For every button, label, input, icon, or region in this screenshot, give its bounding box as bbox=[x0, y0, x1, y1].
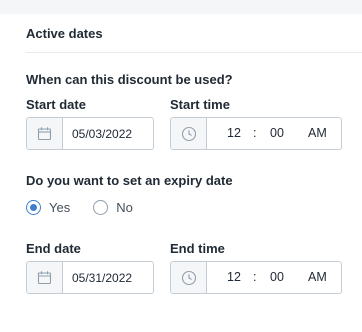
clock-icon bbox=[171, 262, 207, 293]
section-title: Active dates bbox=[26, 26, 103, 41]
start-ampm[interactable]: AM bbox=[308, 126, 327, 140]
expiry-yes-radio[interactable] bbox=[26, 199, 41, 215]
section-divider bbox=[26, 52, 362, 53]
end-time-field[interactable]: 12 : 00 AM bbox=[170, 261, 342, 294]
end-hour[interactable]: 12 bbox=[227, 270, 241, 284]
start-hour[interactable]: 12 bbox=[227, 126, 241, 140]
expiry-yes-label[interactable]: Yes bbox=[49, 200, 70, 215]
expiry-radio-group: Yes No bbox=[26, 199, 133, 215]
end-time-separator: : bbox=[253, 270, 257, 284]
start-time-label: Start time bbox=[170, 97, 230, 112]
end-time-label: End time bbox=[170, 241, 225, 256]
clock-icon bbox=[171, 118, 207, 149]
end-date-label: End date bbox=[26, 241, 81, 256]
calendar-icon bbox=[27, 262, 63, 293]
start-time-field[interactable]: 12 : 00 AM bbox=[170, 117, 342, 150]
start-date-field[interactable]: 05/03/2022 bbox=[26, 117, 154, 150]
expiry-no-label[interactable]: No bbox=[116, 200, 133, 215]
start-date-label: Start date bbox=[26, 97, 86, 112]
expiry-question: Do you want to set an expiry date bbox=[26, 173, 233, 188]
top-band bbox=[0, 0, 362, 14]
start-date-value[interactable]: 05/03/2022 bbox=[63, 118, 153, 149]
start-time-separator: : bbox=[253, 126, 257, 140]
end-date-field[interactable]: 05/31/2022 bbox=[26, 261, 154, 294]
radio-selected-dot bbox=[30, 203, 37, 211]
expiry-no-radio[interactable] bbox=[93, 199, 109, 215]
start-minute[interactable]: 00 bbox=[270, 126, 284, 140]
usage-question: When can this discount be used? bbox=[26, 72, 233, 87]
end-ampm[interactable]: AM bbox=[308, 270, 327, 284]
calendar-icon bbox=[27, 118, 63, 149]
end-date-value[interactable]: 05/31/2022 bbox=[63, 262, 153, 293]
end-minute[interactable]: 00 bbox=[270, 270, 284, 284]
